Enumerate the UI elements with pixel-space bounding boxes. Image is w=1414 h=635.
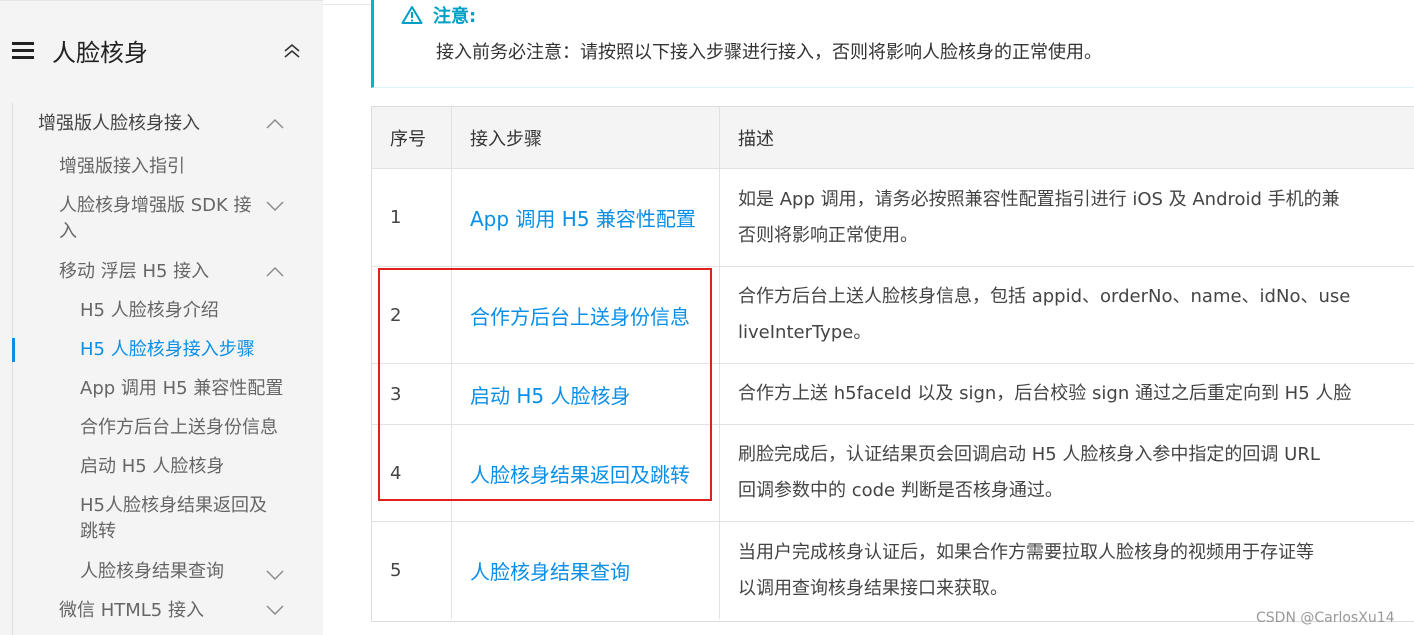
sidebar-item-label: 人脸核身结果查询 — [80, 561, 224, 582]
sidebar-item-label: 合作方后台上送身份信息 — [80, 417, 278, 438]
row-desc: 当用户完成核身认证后，如果合作方需要拉取人脸核身的视频用于存证等 以调用查询核身结… — [720, 522, 1414, 619]
row-desc: 刷脸完成后，认证结果页会回调启动 H5 人脸核身入参中指定的回调 URL 回调参数… — [720, 425, 1414, 521]
header-num: 序号 — [372, 107, 452, 168]
step-link[interactable]: 人脸核身结果查询 — [470, 556, 630, 585]
desc-line: 刷脸完成后，认证结果页会回调启动 H5 人脸核身入参中指定的回调 URL — [738, 444, 1320, 465]
sidebar: 人脸核身 增强版人脸核身接入 增强版接入指引 人脸核身增强版 SDK 接 入 移… — [0, 0, 323, 635]
warning-icon — [401, 6, 423, 24]
table-header-row: 序号 接入步骤 描述 — [372, 107, 1414, 169]
menu-icon[interactable] — [12, 41, 34, 59]
row-num: 5 — [372, 522, 452, 619]
sidebar-item-app-compat[interactable]: App 调用 H5 兼容性配置 — [80, 376, 283, 402]
chevron-up-icon[interactable] — [265, 117, 285, 131]
notice-text: 接入前务必注意：请按照以下接入步骤进行接入，否则将影响人脸核身的正常使用。 — [436, 42, 1102, 63]
divider — [0, 0, 323, 1]
desc-line: 如是 App 调用，请务必按照兼容性配置指引进行 iOS 及 Android 手… — [738, 188, 1340, 210]
collapse-icon[interactable] — [282, 40, 302, 60]
sidebar-item-label: 启动 H5 人脸核身 — [80, 456, 225, 477]
sidebar-item-h5-intro[interactable]: H5 人脸核身介绍 — [80, 298, 219, 324]
step-link[interactable]: App 调用 H5 兼容性配置 — [470, 203, 696, 232]
watermark: CSDN @CarlosXu14 — [1256, 610, 1395, 626]
desc-line: 否则将影响正常使用。 — [738, 224, 918, 246]
row-desc: 如是 App 调用，请务必按照兼容性配置指引进行 iOS 及 Android 手… — [720, 169, 1414, 266]
sidebar-item-label: App 调用 H5 兼容性配置 — [80, 378, 284, 399]
row-num: 1 — [372, 169, 452, 266]
header-step: 接入步骤 — [452, 107, 720, 168]
header-desc: 描述 — [738, 128, 774, 150]
sidebar-tree: 增强版人脸核身接入 增强版接入指引 人脸核身增强版 SDK 接 入 移动 浮层 … — [12, 103, 313, 635]
sidebar-item-label: 增强版人脸核身接入 — [38, 113, 200, 134]
row-desc: 合作方后台上送人脸核身信息，包括 appid、orderNo、name、idNo… — [720, 267, 1414, 363]
row-step: 人脸核身结果查询 — [452, 522, 720, 619]
sidebar-item-sdk[interactable]: 人脸核身增强版 SDK 接 入 — [59, 193, 252, 245]
sidebar-header[interactable]: 人脸核身 — [12, 28, 302, 72]
sidebar-item-upload-identity[interactable]: 合作方后台上送身份信息 — [80, 415, 278, 441]
row-desc: 合作方上送 h5faceId 以及 sign，后台校验 sign 通过之后重定向… — [720, 364, 1414, 424]
chevron-down-icon[interactable] — [265, 199, 285, 213]
sidebar-item-label: 微信 HTML5 接入 — [59, 600, 204, 621]
sidebar-item-wechat-h5[interactable]: 微信 HTML5 接入 — [59, 598, 204, 624]
desc-line: 合作方上送 h5faceId 以及 sign，后台校验 sign 通过之后重定向… — [738, 383, 1352, 404]
sidebar-item-label: 移动 浮层 H5 接入 — [59, 261, 210, 282]
sidebar-item-label: H5 人脸核身介绍 — [80, 300, 219, 321]
sidebar-item-enhanced[interactable]: 增强版人脸核身接入 — [38, 111, 200, 137]
desc-line: liveInterType。 — [738, 322, 872, 343]
sidebar-item-label: H5人脸核身结果返回及 — [80, 495, 267, 516]
desc-line: 当用户完成核身认证后，如果合作方需要拉取人脸核身的视频用于存证等 — [738, 541, 1314, 563]
table-row: 1 App 调用 H5 兼容性配置 如是 App 调用，请务必按照兼容性配置指引… — [372, 169, 1414, 267]
sidebar-item-label: H5 人脸核身接入步骤 — [80, 339, 255, 360]
chevron-down-icon[interactable] — [265, 568, 285, 582]
sidebar-item-mobile-h5[interactable]: 移动 浮层 H5 接入 — [59, 259, 209, 285]
notice-title-text: 注意: — [433, 6, 477, 27]
sidebar-item-label: 跳转 — [80, 521, 116, 542]
notice-box: 注意: 接入前务必注意：请按照以下接入步骤进行接入，否则将影响人脸核身的正常使用… — [371, 0, 1414, 88]
desc-line: 合作方后台上送人脸核身信息，包括 appid、orderNo、name、idNo… — [738, 286, 1351, 307]
desc-line: 以调用查询核身结果接口来获取。 — [738, 577, 1008, 599]
sidebar-title: 人脸核身 — [52, 38, 148, 67]
desc-line: 回调参数中的 code 判断是否核身通过。 — [738, 480, 1063, 501]
highlight-box — [378, 268, 712, 501]
sidebar-item-result-return[interactable]: H5人脸核身结果返回及 跳转 — [80, 493, 267, 545]
sidebar-item-result-query[interactable]: 人脸核身结果查询 — [80, 559, 224, 585]
sidebar-item-h5-steps[interactable]: H5 人脸核身接入步骤 — [80, 337, 255, 363]
sidebar-item-start-h5[interactable]: 启动 H5 人脸核身 — [80, 454, 224, 480]
sidebar-item-label: 入 — [59, 221, 77, 242]
sidebar-item-label: 人脸核身增强版 SDK 接 — [59, 195, 252, 216]
sidebar-item-label: 增强版接入指引 — [59, 156, 185, 177]
chevron-up-icon[interactable] — [265, 265, 285, 279]
notice-title: 注意: — [401, 2, 476, 28]
table-row: 5 人脸核身结果查询 当用户完成核身认证后，如果合作方需要拉取人脸核身的视频用于… — [372, 522, 1414, 619]
row-step: App 调用 H5 兼容性配置 — [452, 169, 720, 266]
sidebar-item-guide[interactable]: 增强版接入指引 — [59, 154, 185, 180]
active-indicator — [12, 338, 15, 362]
chevron-down-icon[interactable] — [265, 603, 285, 617]
